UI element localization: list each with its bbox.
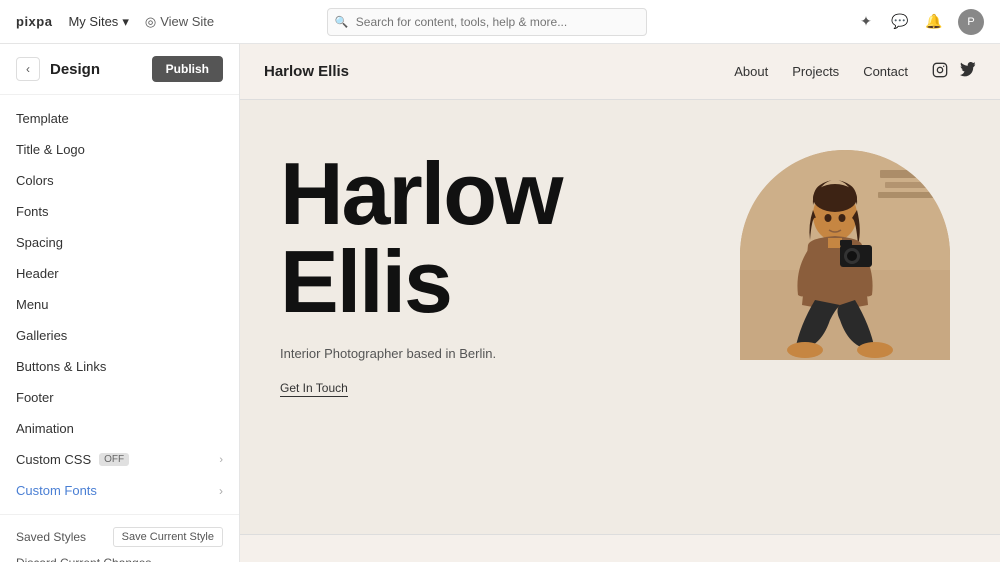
sidebar-item-label: Custom Fonts [16,483,97,498]
sidebar-item-custom-css[interactable]: Custom CSS OFF › [0,444,239,475]
sidebar-item-animation[interactable]: Animation [0,413,239,444]
sidebar-item-fonts[interactable]: Fonts [0,196,239,227]
sidebar-footer: Saved Styles Save Current Style Discard … [0,514,239,562]
preview-footer-strip [240,534,1000,562]
my-sites-menu[interactable]: My Sites ▾ [68,14,128,30]
comment-icon[interactable]: 💬 [890,12,910,32]
view-site-label: View Site [160,14,214,29]
hero-name: Harlow Ellis [280,150,740,326]
site-nav-links: About Projects Contact [734,64,908,79]
search-container: 🔍 [327,8,647,36]
sidebar-item-custom-fonts[interactable]: Custom Fonts › [0,475,239,506]
sidebar-item-galleries[interactable]: Galleries [0,320,239,351]
sidebar-item-label: Custom CSS [16,452,91,467]
pixpa-logo: pixpa [16,14,52,29]
eye-icon: ◎ [145,14,156,30]
topbar: pixpa My Sites ▾ ◎ View Site 🔍 ✦ 💬 🔔 P [0,0,1000,44]
save-current-style-button[interactable]: Save Current Style [113,527,223,547]
sidebar-item-menu[interactable]: Menu [0,289,239,320]
sidebar-header: ‹ Design Publish [0,44,239,95]
sidebar-item-spacing[interactable]: Spacing [0,227,239,258]
site-nav: Harlow Ellis About Projects Contact [240,44,1000,100]
sidebar-item-buttons-links[interactable]: Buttons & Links [0,351,239,382]
sidebar-item-label: Colors [16,173,54,188]
sidebar-item-label: Header [16,266,59,281]
custom-css-badge: OFF [99,453,129,466]
search-icon: 🔍 [335,15,349,28]
hero-image [740,150,950,360]
sidebar-item-label: Title & Logo [16,142,85,157]
nav-link-projects[interactable]: Projects [792,64,839,79]
sidebar-nav: Template Title & Logo Colors Fonts Spaci… [0,95,239,514]
discard-changes-link[interactable]: Discard Current Changes [16,553,223,562]
topbar-right-actions: ✦ 💬 🔔 P [856,9,984,35]
hero-name-line1: Harlow [280,150,740,238]
hero-section: Harlow Ellis Interior Photographer based… [240,100,1000,534]
user-avatar[interactable]: P [958,9,984,35]
sidebar-item-label: Fonts [16,204,49,219]
preview-area: Harlow Ellis About Projects Contact [240,44,1000,562]
hero-image-container [740,150,960,410]
chevron-down-icon: ▾ [122,14,129,30]
hero-name-line2: Ellis [280,238,740,326]
sidebar-title: Design [50,61,142,78]
sidebar-item-template[interactable]: Template [0,103,239,134]
sidebar-item-footer[interactable]: Footer [0,382,239,413]
sidebar-item-title-logo[interactable]: Title & Logo [0,134,239,165]
sidebar-item-label: Footer [16,390,54,405]
view-site-link[interactable]: ◎ View Site [145,14,214,30]
my-sites-label: My Sites [68,14,118,29]
sidebar-item-label: Buttons & Links [16,359,106,374]
sidebar-item-label: Animation [16,421,74,436]
site-social-icons [932,62,976,81]
sidebar-item-label: Menu [16,297,49,312]
main-layout: ‹ Design Publish Template Title & Logo C… [0,44,1000,562]
hero-cta-button[interactable]: Get In Touch [280,381,348,397]
sidebar-item-label: Template [16,111,69,126]
hero-content: Harlow Ellis Interior Photographer based… [280,140,740,397]
sidebar: ‹ Design Publish Template Title & Logo C… [0,44,240,562]
back-button[interactable]: ‹ [16,57,40,81]
instagram-icon[interactable] [932,62,948,81]
saved-styles-label: Saved Styles [16,530,86,544]
expand-icon: › [219,454,223,466]
hero-subtitle: Interior Photographer based in Berlin. [280,346,740,361]
notification-icon[interactable]: 🔔 [924,12,944,32]
saved-styles-row: Saved Styles Save Current Style [16,527,223,547]
publish-button[interactable]: Publish [152,56,223,82]
sidebar-item-label: Spacing [16,235,63,250]
sidebar-item-colors[interactable]: Colors [0,165,239,196]
sidebar-item-header[interactable]: Header [0,258,239,289]
search-input[interactable] [327,8,647,36]
arrow-right-icon: › [219,484,223,498]
nav-link-contact[interactable]: Contact [863,64,908,79]
site-logo: Harlow Ellis [264,63,734,80]
nav-link-about[interactable]: About [734,64,768,79]
sun-icon[interactable]: ✦ [856,12,876,32]
sidebar-item-label: Galleries [16,328,67,343]
twitter-icon[interactable] [960,62,976,81]
